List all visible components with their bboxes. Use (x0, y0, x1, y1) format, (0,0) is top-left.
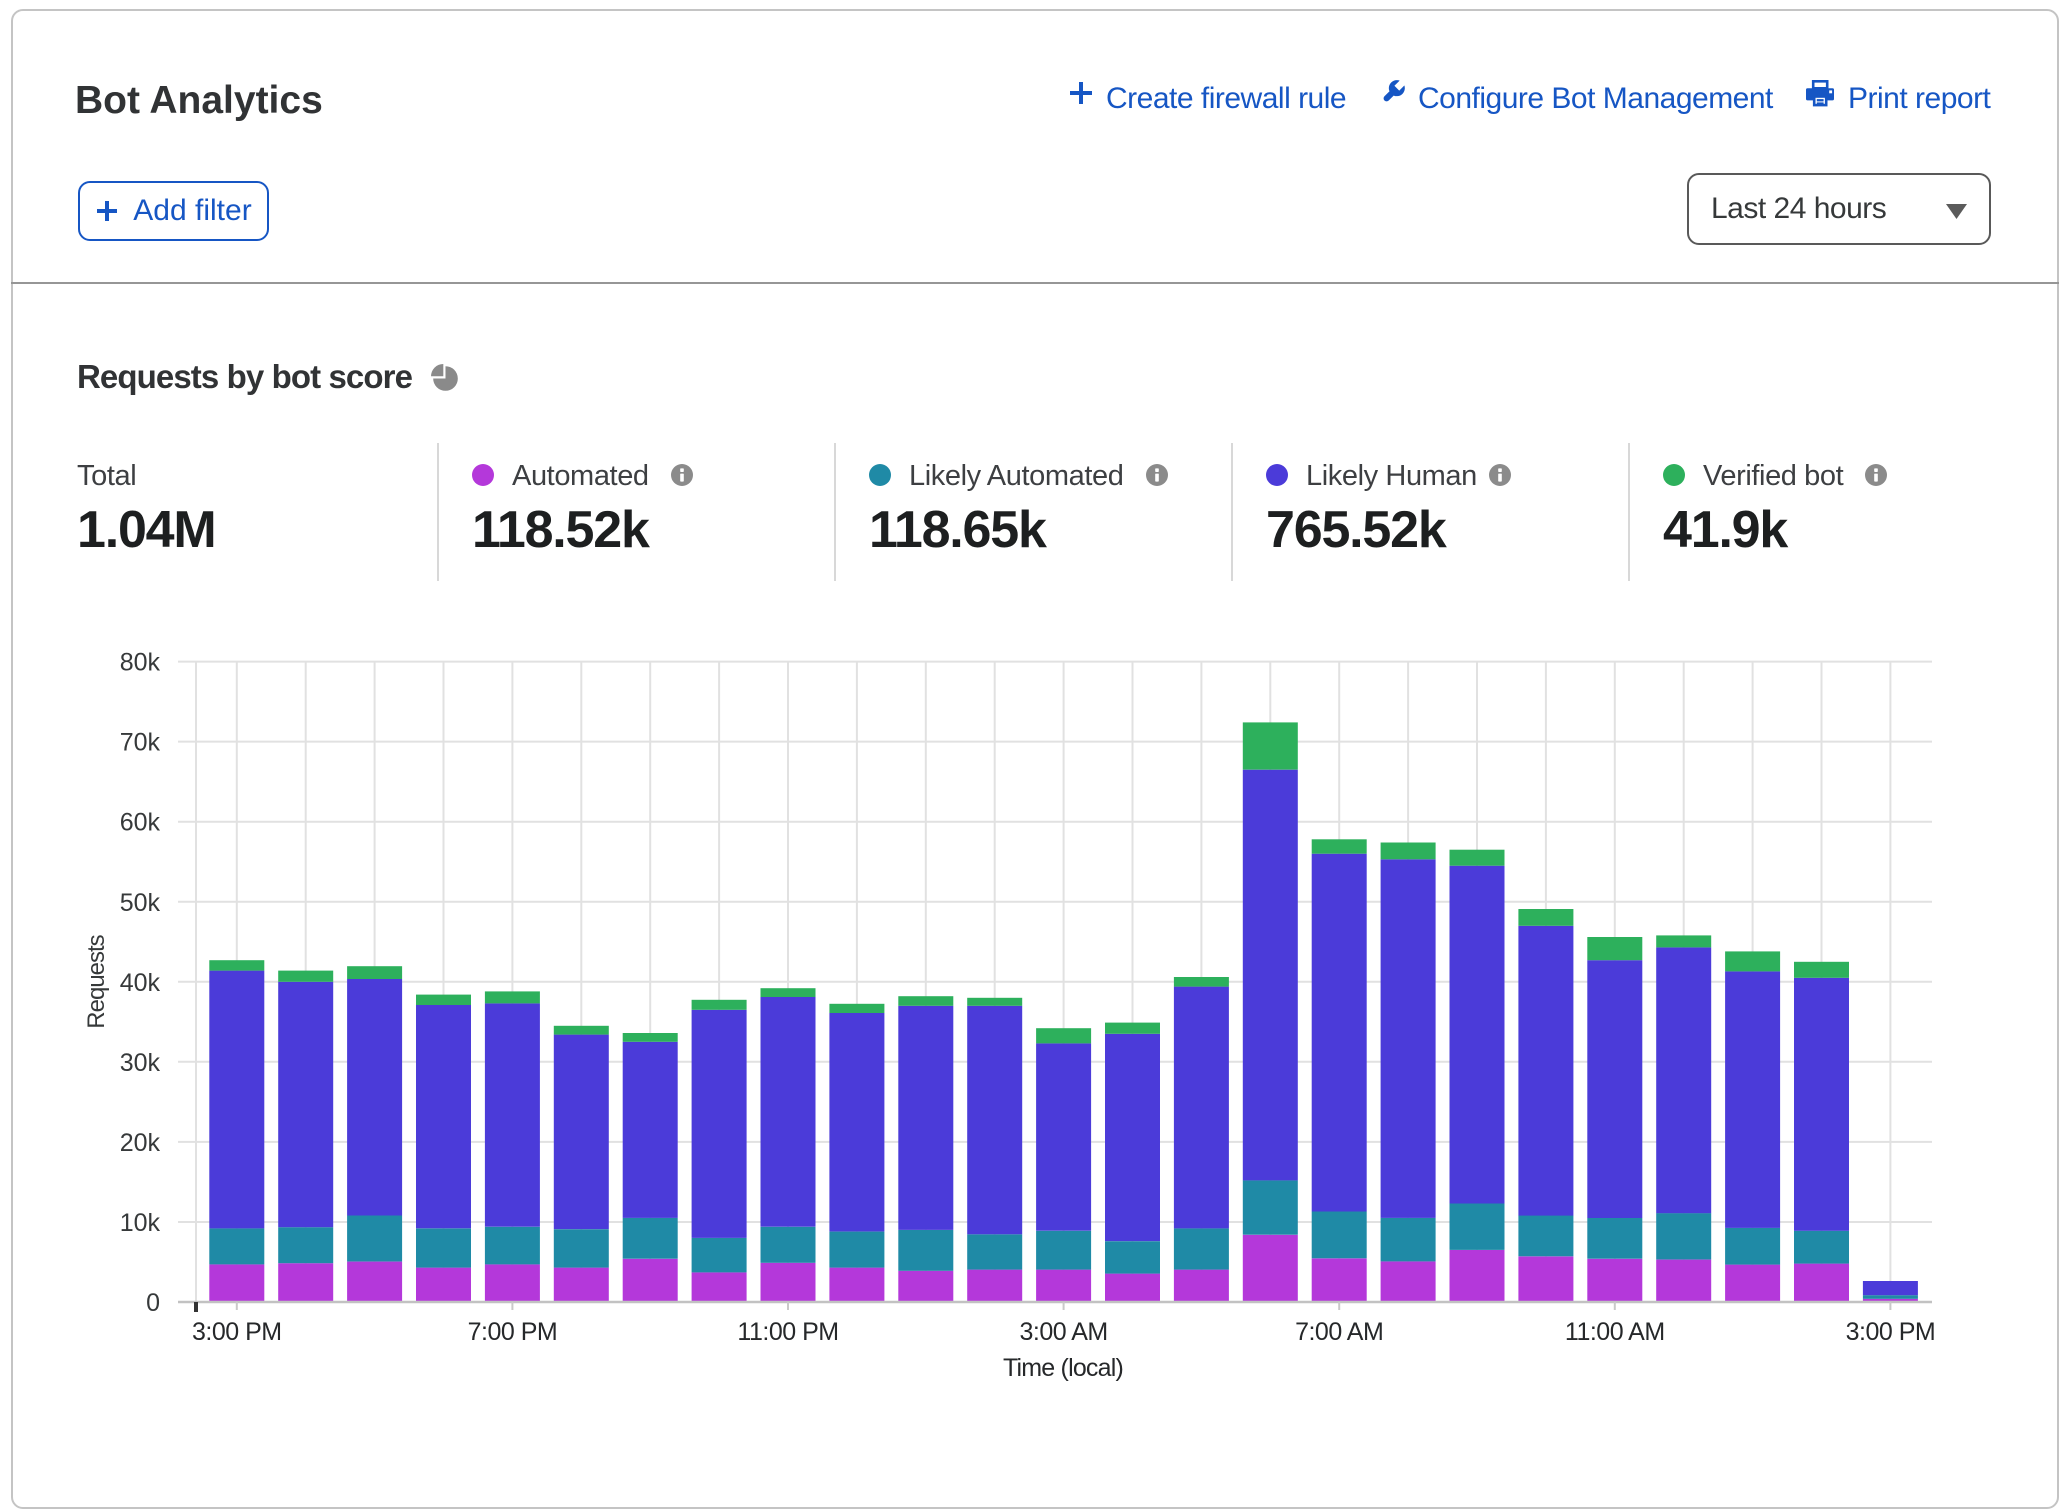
svg-text:10k: 10k (120, 1209, 161, 1237)
svg-text:3:00 PM: 3:00 PM (192, 1318, 282, 1346)
svg-text:3:00 AM: 3:00 AM (1019, 1318, 1107, 1346)
svg-text:60k: 60k (120, 809, 161, 837)
svg-text:70k: 70k (120, 729, 161, 757)
svg-text:11:00 AM: 11:00 AM (1565, 1318, 1665, 1346)
svg-text:7:00 AM: 7:00 AM (1295, 1318, 1383, 1346)
svg-text:11:00 PM: 11:00 PM (737, 1318, 838, 1346)
svg-text:40k: 40k (120, 969, 161, 997)
svg-text:7:00 PM: 7:00 PM (468, 1318, 558, 1346)
svg-text:0: 0 (146, 1289, 160, 1317)
svg-text:20k: 20k (120, 1129, 161, 1157)
svg-text:Requests: Requests (83, 934, 110, 1028)
svg-text:3:00 PM: 3:00 PM (1846, 1318, 1936, 1346)
svg-text:30k: 30k (120, 1049, 161, 1077)
svg-text:50k: 50k (120, 889, 161, 917)
svg-text:Time (local): Time (local) (1003, 1354, 1123, 1382)
svg-text:80k: 80k (120, 649, 161, 677)
